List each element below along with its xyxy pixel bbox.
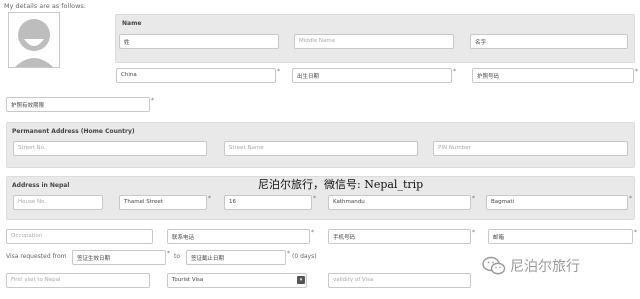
visa-from-date-field[interactable]: 签证生效日期 [72,250,166,265]
required-mark: * [635,68,638,75]
nepal-address-title: Address in Nepal [12,182,70,189]
phone-field[interactable]: 联系电话 [167,229,310,244]
street-name-field[interactable]: Street Name [224,141,418,156]
visa-requested-label: Visa requested from [6,253,67,260]
required-mark: * [634,229,637,236]
passport-number-field[interactable]: 护照号码 [472,68,634,83]
street-no-field[interactable]: Street No. [13,141,207,156]
user-icon [9,13,59,67]
required-mark: * [472,229,475,236]
required-mark: * [629,195,632,202]
chevron-down-icon[interactable]: ▾ [297,276,305,284]
avatar[interactable] [8,12,60,68]
required-mark: * [208,195,211,202]
surname-field[interactable]: 姓 [119,34,279,49]
visa-to-label: to [174,253,181,260]
visa-days-label: (0 days) [292,253,317,260]
required-mark: * [313,195,316,202]
name-section-title: Name [122,20,142,27]
nationality-field[interactable]: China [116,68,276,83]
required-mark: * [472,195,475,202]
first-visit-field[interactable]: First visit to Nepal [6,273,150,288]
house-no-field[interactable]: House No. [13,195,103,210]
birth-date-field[interactable]: 出生日期 [292,68,452,83]
passport-expiry-field[interactable]: 护照有效期限 [6,97,150,112]
permanent-address-title: Permanent Address (Home Country) [12,128,135,135]
required-mark: * [287,250,290,257]
visa-to-date-field[interactable]: 签证截止日期 [186,250,286,265]
occupation-field[interactable]: Occupation [6,229,153,244]
pin-number-field[interactable]: PIN Number [433,141,628,156]
watermark-text: 尼泊尔旅行，微信号: Nepal_trip [258,178,424,191]
visa-type-select[interactable]: Tourist Visa [167,273,307,288]
given-name-field[interactable]: 名字 [470,34,628,49]
email-field[interactable]: 邮箱 [488,229,633,244]
mobile-field[interactable]: 手机号码 [328,229,471,244]
required-mark: * [277,68,280,75]
wechat-icon [482,256,506,275]
required-mark: * [167,250,170,257]
required-mark: * [151,97,154,104]
visa-validity-field[interactable]: validity of Visa [328,273,471,288]
middle-name-field[interactable]: Middle Name [294,34,454,49]
city-field[interactable]: Kathmandu [328,195,471,210]
brand-name: 尼泊尔旅行 [510,259,580,275]
zone-field[interactable]: Bagmati [486,195,628,210]
required-mark: * [311,229,314,236]
nepal-street-field[interactable]: Thamel Street [119,195,207,210]
intro-text: My details are as follows: [4,2,87,10]
required-mark: * [453,68,456,75]
ward-field[interactable]: 16 [224,195,312,210]
